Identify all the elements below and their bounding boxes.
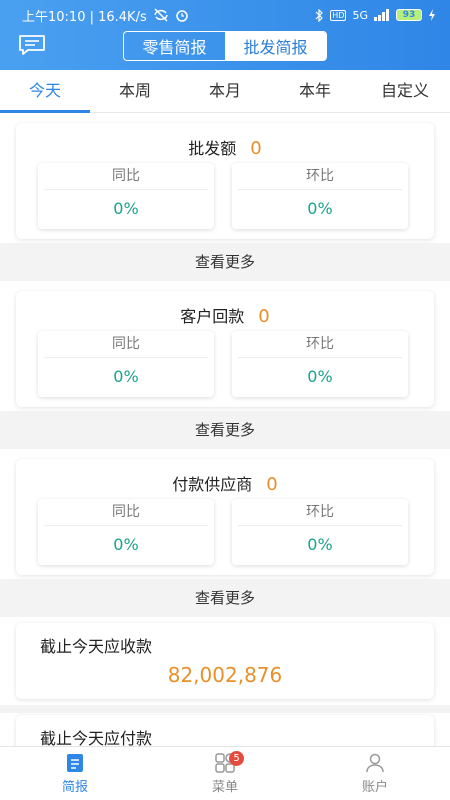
- mom-label: 环比: [238, 331, 402, 358]
- payable-section: 截止今天应付款: [0, 713, 450, 746]
- yoy-box: 同比 0%: [38, 163, 214, 229]
- tab-custom[interactable]: 自定义: [360, 70, 450, 112]
- mom-label: 环比: [238, 163, 402, 190]
- mom-value: 0%: [307, 535, 333, 554]
- tab-this-year[interactable]: 本年: [270, 70, 360, 112]
- mom-value: 0%: [307, 199, 333, 218]
- mom-box: 环比 0%: [232, 499, 408, 565]
- hd-icon: HD: [330, 9, 347, 21]
- mom-value: 0%: [307, 367, 333, 386]
- card-value: 0: [250, 138, 262, 159]
- receivable-value: 82,002,876: [167, 663, 283, 687]
- yoy-label: 同比: [44, 331, 208, 358]
- sync-off-icon: [153, 8, 168, 22]
- supplier-payment-section: 付款供应商 0 同比 0% 环比 0%: [0, 449, 450, 579]
- status-bar: 上午10:10 | 16.4K/s HD 5G 93: [0, 0, 450, 30]
- card-value: 0: [266, 474, 278, 495]
- receivable-card: 截止今天应收款 82,002,876: [16, 623, 434, 699]
- battery-icon: 93: [396, 9, 422, 21]
- view-more-button[interactable]: 查看更多: [0, 243, 450, 281]
- report-content[interactable]: 批发额 0 同比 0% 环比 0% 查看更多 客户回款 0 同比 0% 环比 0…: [0, 113, 450, 746]
- nav-label: 简报: [61, 780, 88, 795]
- yoy-label: 同比: [44, 163, 208, 190]
- message-icon[interactable]: [18, 34, 46, 56]
- app-header: 上午10:10 | 16.4K/s HD 5G 93 零售简报 批发简报: [0, 0, 450, 70]
- wholesale-report-tab[interactable]: 批发简报: [225, 32, 326, 60]
- nav-label: 账户: [361, 780, 388, 795]
- status-time-network: 上午10:10 | 16.4K/s: [22, 9, 147, 25]
- receivable-section: 截止今天应收款 82,002,876: [0, 617, 450, 705]
- card-title: 批发额: [188, 139, 237, 158]
- retail-report-tab[interactable]: 零售简报: [124, 32, 225, 60]
- customer-payment-section: 客户回款 0 同比 0% 环比 0%: [0, 281, 450, 411]
- bluetooth-icon: [315, 8, 324, 22]
- view-more-button[interactable]: 查看更多: [0, 579, 450, 617]
- charging-icon: [429, 9, 435, 21]
- yoy-value: 0%: [113, 367, 139, 386]
- user-icon: [366, 753, 384, 773]
- alarm-icon: [175, 10, 188, 22]
- mom-box: 环比 0%: [232, 163, 408, 229]
- payable-card: 截止今天应付款: [16, 715, 434, 746]
- yoy-box: 同比 0%: [38, 499, 214, 565]
- notification-badge: 5: [229, 751, 244, 766]
- yoy-value: 0%: [113, 535, 139, 554]
- receivable-title: 截止今天应收款: [40, 637, 153, 656]
- wholesale-section: 批发额 0 同比 0% 环比 0%: [0, 113, 450, 243]
- tab-today[interactable]: 今天: [0, 70, 90, 113]
- report-type-switch: 零售简报 批发简报: [123, 31, 327, 61]
- yoy-label: 同比: [44, 499, 208, 526]
- yoy-box: 同比 0%: [38, 331, 214, 397]
- tab-this-month[interactable]: 本月: [180, 70, 270, 112]
- document-icon: [67, 754, 83, 772]
- nav-account[interactable]: 账户: [300, 747, 450, 800]
- card-value: 0: [258, 306, 270, 327]
- card-title: 客户回款: [180, 307, 245, 326]
- mom-label: 环比: [238, 499, 402, 526]
- signal-icon: [374, 9, 389, 21]
- nav-menu[interactable]: 菜单: [150, 747, 300, 800]
- tab-this-week[interactable]: 本周: [90, 70, 180, 112]
- nav-label: 菜单: [211, 780, 238, 795]
- view-more-button[interactable]: 查看更多: [0, 411, 450, 449]
- mom-box: 环比 0%: [232, 331, 408, 397]
- card-title: 付款供应商: [172, 475, 253, 494]
- signal-type: 5G: [352, 8, 368, 22]
- supplier-payment-card: 付款供应商 0 同比 0% 环比 0%: [16, 459, 434, 575]
- period-tabs: 今天 本周 本月 本年 自定义: [0, 70, 450, 113]
- payable-title: 截止今天应付款: [40, 729, 153, 746]
- yoy-value: 0%: [113, 199, 139, 218]
- nav-briefing[interactable]: 简报: [0, 747, 150, 800]
- bottom-nav: 简报 菜单 账户 5: [0, 746, 450, 800]
- customer-payment-card: 客户回款 0 同比 0% 环比 0%: [16, 291, 434, 407]
- wholesale-amount-card: 批发额 0 同比 0% 环比 0%: [16, 123, 434, 239]
